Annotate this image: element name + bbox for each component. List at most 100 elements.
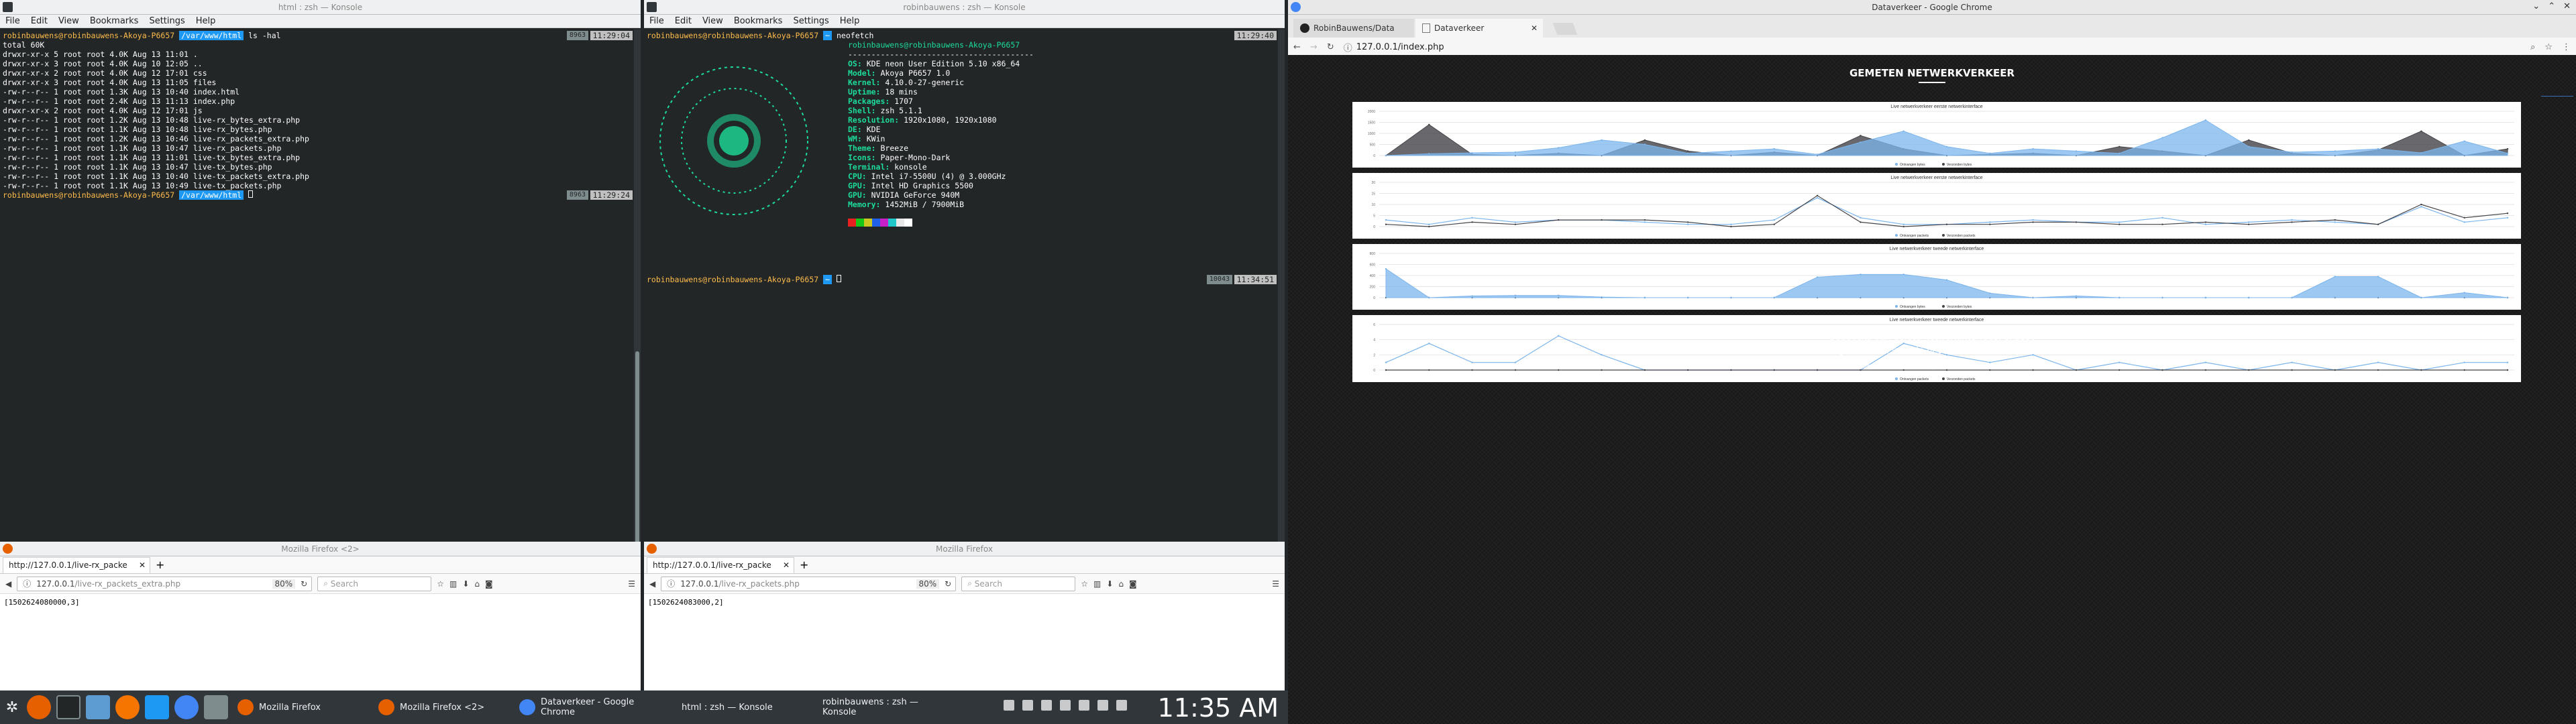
menu-settings[interactable]: Settings (793, 16, 828, 26)
library-icon[interactable]: ▥ (1093, 579, 1101, 589)
search-icon: ⌕ (967, 579, 975, 588)
menu-icon[interactable]: ☰ (628, 579, 635, 589)
firefox-titlebar[interactable]: Mozilla Firefox <2> (0, 542, 641, 556)
terminal-output[interactable]: robinbauwens@robinbauwens-Akoya-P6657 ~ … (644, 29, 1285, 542)
menu-edit[interactable]: Edit (675, 16, 692, 26)
battery-icon[interactable] (1060, 700, 1071, 711)
terminal-scrollbar[interactable] (634, 29, 641, 542)
pocket-icon[interactable]: ◙ (1129, 579, 1137, 589)
firefox-window-1[interactable]: Mozilla Firefox http://127.0.0.1/live-rx… (644, 542, 1285, 690)
menu-view[interactable]: View (58, 16, 79, 26)
download-icon[interactable]: ⬇ (1106, 579, 1113, 589)
data-point (2506, 152, 2509, 154)
zoom-badge[interactable]: 80% (272, 579, 296, 589)
menu-file[interactable]: File (649, 16, 664, 26)
vscode-launcher-icon[interactable] (145, 695, 169, 719)
url-path: /live-rx_packets.php (718, 579, 800, 589)
close-tab-icon[interactable]: ✕ (783, 560, 790, 570)
firefox-tab[interactable]: http://127.0.0.1/live-rx_packe ✕ (647, 556, 794, 573)
menu-bookmarks[interactable]: Bookmarks (734, 16, 783, 26)
konsole-window-html[interactable]: html : zsh — Konsole File Edit View Book… (0, 0, 641, 542)
new-tab-button[interactable]: + (800, 558, 808, 571)
network-icon[interactable] (1097, 700, 1108, 711)
reload-icon[interactable]: ↻ (945, 579, 951, 589)
chart-3[interactable]: Live netwerkverkeer tweede netwerkinterf… (1352, 244, 2521, 310)
pocket-icon[interactable]: ◙ (485, 579, 493, 589)
reload-icon[interactable]: ↻ (301, 579, 307, 589)
back-icon[interactable]: ◀ (649, 579, 655, 589)
search-input[interactable]: ⌕ Search (961, 576, 1076, 591)
menu-settings[interactable]: Settings (149, 16, 184, 26)
firefox-tab[interactable]: http://127.0.0.1/live-rx_packe ✕ (3, 556, 150, 573)
close-icon[interactable]: ✕ (2563, 1, 2571, 11)
chart-2[interactable]: Live netwerkverkeer eerste netwerkinterf… (1352, 173, 2521, 239)
terminal-output[interactable]: robinbauwens@robinbauwens-Akoya-P6657 /v… (0, 29, 641, 542)
konsole-launcher-icon[interactable] (56, 695, 80, 719)
bookmark-star-icon[interactable]: ☆ (2544, 42, 2553, 52)
volume-icon[interactable] (1079, 700, 1089, 711)
minimize-icon[interactable]: ⌄ (2532, 1, 2540, 11)
chrome-tab-dataverkeer[interactable]: Dataverkeer ✕ (1415, 19, 1543, 38)
maximize-icon[interactable]: ⌃ (2548, 1, 2555, 11)
menu-help[interactable]: Help (840, 16, 860, 26)
chrome-launcher-icon[interactable] (174, 695, 199, 719)
app-launcher-icon[interactable]: ✲ (3, 695, 21, 719)
chart-1[interactable]: Live netwerkverkeer eerste netwerkinterf… (1352, 102, 2521, 168)
search-input[interactable]: ⌕ Search (317, 576, 432, 591)
home-icon[interactable]: ⌂ (474, 579, 480, 589)
terminal-scrollbar[interactable] (1278, 29, 1285, 542)
media-launcher-icon[interactable] (115, 695, 140, 719)
clipboard-icon[interactable] (1041, 700, 1052, 711)
konsole-titlebar[interactable]: robinbauwens : zsh — Konsole (644, 0, 1285, 15)
menu-file[interactable]: File (5, 16, 20, 26)
image-launcher-icon[interactable] (204, 695, 228, 719)
forward-icon[interactable]: → (1310, 42, 1318, 52)
library-icon[interactable]: ▥ (449, 579, 457, 589)
bluetooth-icon[interactable] (1004, 700, 1014, 711)
tab-label: Dataverkeer (1434, 23, 1485, 33)
download-icon[interactable]: ⬇ (462, 579, 469, 589)
url-bar[interactable]: ⓘ 127.0.0.1/live-rx_packets_extra.php 80% ↻ (17, 576, 313, 591)
new-tab-button[interactable] (1552, 23, 1578, 35)
files-launcher-icon[interactable] (86, 695, 110, 719)
display-icon[interactable] (1022, 700, 1033, 711)
tray-expand-icon[interactable] (1116, 700, 1127, 711)
chrome-titlebar[interactable]: Dataverkeer - Google Chrome ⌄ ⌃ ✕ (1288, 0, 2576, 15)
task-item[interactable]: html : zsh — Konsole (653, 692, 794, 722)
zoom-badge[interactable]: 80% (916, 579, 940, 589)
menu-bookmarks[interactable]: Bookmarks (90, 16, 139, 26)
clock[interactable]: 11:35 AM (1158, 693, 1279, 723)
info-icon[interactable]: ⓘ (23, 578, 31, 589)
github-link[interactable] (2541, 93, 2573, 97)
reload-icon[interactable]: ↻ (1327, 42, 1334, 52)
close-tab-icon[interactable]: ✕ (1531, 23, 1538, 33)
omnibox[interactable]: ⓘ 127.0.0.1/index.php (1344, 41, 2521, 54)
firefox-launcher-icon[interactable] (27, 695, 51, 719)
task-item[interactable]: Mozilla Firefox <2> (372, 692, 513, 722)
firefox-titlebar[interactable]: Mozilla Firefox (644, 542, 1285, 556)
info-icon[interactable]: ⓘ (667, 578, 675, 589)
menu-edit[interactable]: Edit (31, 16, 48, 26)
menu-icon[interactable]: ⋮ (2562, 42, 2571, 52)
firefox-window-2[interactable]: Mozilla Firefox <2> http://127.0.0.1/liv… (0, 542, 641, 690)
back-icon[interactable]: ◀ (5, 579, 11, 589)
home-icon[interactable]: ⌂ (1118, 579, 1124, 589)
bookmark-star-icon[interactable]: ☆ (1081, 579, 1088, 589)
close-tab-icon[interactable]: ✕ (139, 560, 146, 570)
back-icon[interactable]: ← (1293, 42, 1301, 52)
bookmark-star-icon[interactable]: ☆ (437, 579, 444, 589)
search-icon[interactable]: ⌕ (2530, 42, 2535, 52)
konsole-window-home[interactable]: robinbauwens : zsh — Konsole File Edit V… (644, 0, 1285, 542)
task-item[interactable]: robinbauwens : zsh — Konsole (794, 692, 935, 722)
task-list: Mozilla Firefox Mozilla Firefox <2> Datave… (231, 692, 935, 722)
task-item[interactable]: Dataverkeer - Google Chrome (513, 692, 653, 722)
menu-help[interactable]: Help (196, 16, 216, 26)
task-item[interactable]: Mozilla Firefox (231, 692, 372, 722)
new-tab-button[interactable]: + (156, 558, 164, 571)
url-bar[interactable]: ⓘ 127.0.0.1/live-rx_packets.php 80% ↻ (661, 576, 957, 591)
chrome-window[interactable]: Dataverkeer - Google Chrome ⌄ ⌃ ✕ RobinBauw… (1288, 0, 2576, 724)
menu-view[interactable]: View (702, 16, 723, 26)
menu-icon[interactable]: ☰ (1272, 579, 1279, 589)
chrome-tab-github[interactable]: RobinBauwens/Data (1293, 19, 1414, 38)
konsole-titlebar[interactable]: html : zsh — Konsole (0, 0, 641, 15)
